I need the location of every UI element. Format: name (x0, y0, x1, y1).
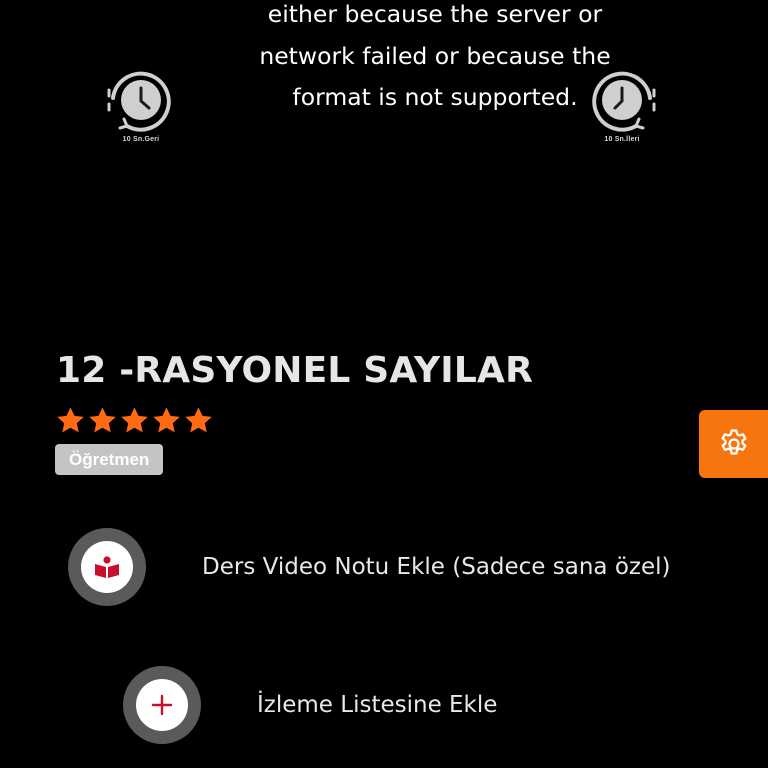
add-video-note-row[interactable]: Ders Video Notu Ekle (Sadece sana özel) (68, 528, 671, 606)
add-watchlist-label[interactable]: İzleme Listesine Ekle (257, 692, 497, 718)
star-icon (87, 405, 118, 436)
video-player[interactable]: either because the server or network fai… (0, 0, 768, 300)
plus-icon (151, 694, 173, 716)
open-book-icon (95, 556, 119, 578)
add-video-note-button[interactable] (68, 528, 146, 606)
error-line: either because the server or (267, 0, 603, 28)
seek-forward-label: 10 Sn.İleri (604, 136, 640, 143)
add-watchlist-icon-holder (136, 679, 188, 731)
seek-back-button[interactable]: 10 Sn.Geri (101, 66, 181, 156)
star-icon (151, 405, 182, 436)
gear-icon (721, 429, 746, 455)
forward-10-clock-icon (592, 71, 656, 132)
lesson-screen: either because the server or network fai… (0, 0, 768, 768)
seek-forward-button[interactable]: 10 Sn.İleri (582, 66, 662, 156)
star-icon (183, 405, 214, 436)
add-watchlist-row[interactable]: İzleme Listesine Ekle (123, 666, 497, 744)
lesson-title: 12 -RASYONEL SAYILAR (56, 350, 533, 391)
star-icon (55, 405, 86, 436)
add-video-note-icon-holder (81, 541, 133, 593)
add-watchlist-button[interactable] (123, 666, 201, 744)
star-rating (55, 405, 214, 436)
rewind-10-clock-icon (107, 71, 171, 132)
seek-back-label: 10 Sn.Geri (122, 136, 160, 143)
role-badge: Öğretmen (55, 444, 164, 475)
settings-button[interactable] (699, 410, 768, 478)
add-video-note-label[interactable]: Ders Video Notu Ekle (Sadece sana özel) (202, 554, 671, 580)
star-icon (119, 405, 150, 436)
